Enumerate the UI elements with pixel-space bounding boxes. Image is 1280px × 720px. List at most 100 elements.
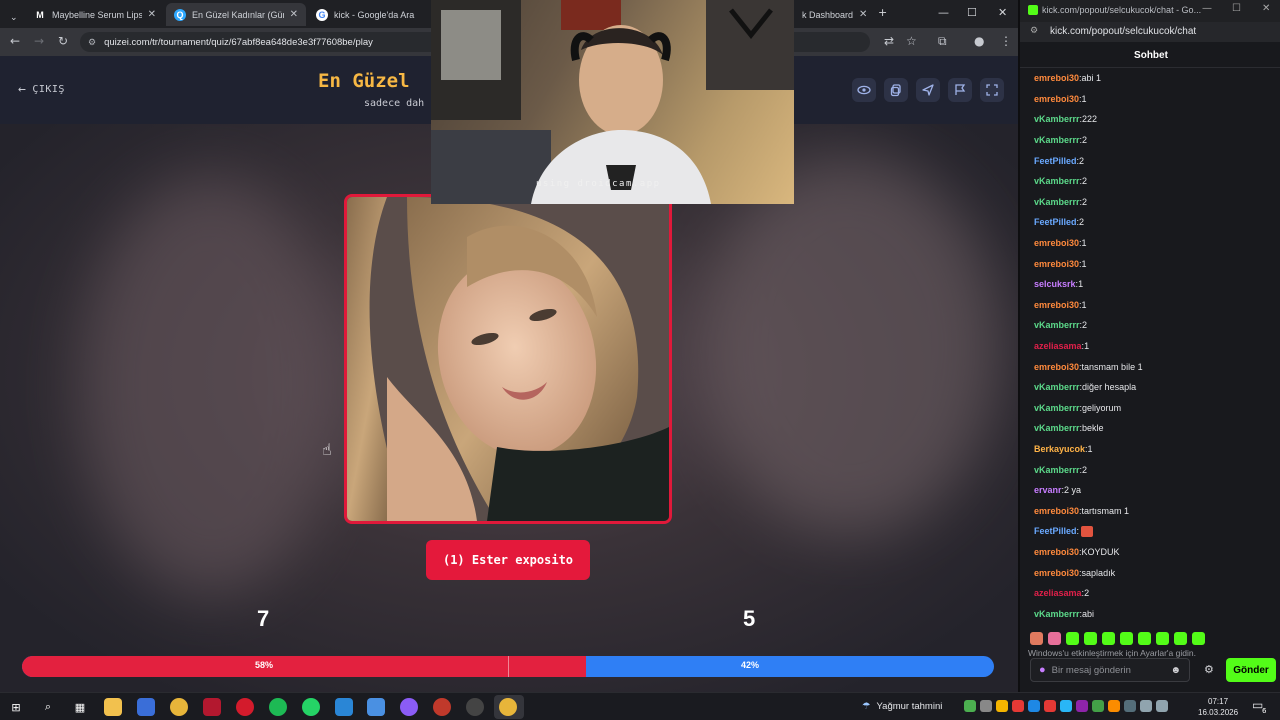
chat-username[interactable]: azeliasama [1034,588,1082,598]
tray-icon[interactable] [1124,700,1136,712]
chat-username[interactable]: selcuksrk [1034,279,1076,289]
chat-url-text[interactable]: kick.com/popout/selcukucok/chat [1050,26,1196,37]
maximize-icon[interactable]: ☐ [967,6,977,19]
chat-username[interactable]: emreboi30 [1034,259,1079,269]
chat-username[interactable]: emreboi30 [1034,238,1079,248]
profile-avatar-icon[interactable]: ● [974,34,984,48]
windows-start-icon[interactable]: ⊞ [7,698,25,716]
weather-widget[interactable]: ☂ Yağmur tahmini [862,701,942,712]
extensions-icon[interactable]: ⧉ [938,34,947,49]
volume-icon[interactable] [1156,700,1168,712]
tab-google-search[interactable]: G kick - Google'da Ara [308,3,432,26]
chat-username[interactable]: vKamberrr [1034,320,1080,330]
tray-icon[interactable] [1108,700,1120,712]
chat-username[interactable]: vKamberrr [1034,176,1080,186]
send-message-button[interactable]: Gönder [1226,658,1276,682]
translate-icon[interactable]: ⇄ [884,34,894,48]
emote-icon[interactable] [1030,632,1043,645]
tray-icon[interactable] [1076,700,1088,712]
app-icon[interactable] [367,698,385,716]
app-icon[interactable] [400,698,418,716]
emote-icon[interactable] [1138,632,1151,645]
tab-quiz[interactable]: Q En Güzel Kadınlar (Güncell ✕ [166,3,306,26]
app-icon[interactable] [433,698,451,716]
chat-username[interactable]: emreboi30 [1034,568,1079,578]
send-icon[interactable] [916,78,940,102]
tray-icon[interactable] [980,700,992,712]
emote-icon[interactable] [1120,632,1133,645]
chat-username[interactable]: vKamberrr [1034,135,1080,145]
microphone-icon[interactable]: ● [1039,664,1046,676]
chat-message-input[interactable]: ● Bir mesaj gönderin ☻ [1030,658,1190,682]
chat-settings-gear-icon[interactable]: ⚙ [1204,663,1214,676]
menu-kebab-icon[interactable]: ⋮ [1000,34,1012,48]
chat-username[interactable]: FeetPilled [1034,526,1077,536]
app-icon[interactable] [335,698,353,716]
flag-icon[interactable] [948,78,972,102]
exit-button[interactable]: ← ÇIKIŞ [18,82,65,97]
chat-username[interactable]: emreboi30 [1034,73,1079,83]
eye-icon[interactable] [852,78,876,102]
emote-icon[interactable] [1048,632,1061,645]
chat-username[interactable]: emreboi30 [1034,300,1079,310]
tray-icon[interactable] [996,700,1008,712]
tray-icon[interactable] [1092,700,1104,712]
tab-maybelline[interactable]: M Maybelline Serum Lipstick ✕ [26,3,164,26]
chat-username[interactable]: Berkayucok [1034,444,1085,454]
chat-username[interactable]: vKamberrr [1034,609,1080,619]
close-tab-icon[interactable]: ✕ [290,9,298,20]
app-icon[interactable] [236,698,254,716]
tray-icon[interactable] [1028,700,1040,712]
whatsapp-icon[interactable] [302,698,320,716]
reload-icon[interactable]: ↻ [58,34,68,48]
taskbar-clock[interactable]: 07:17 16.03.2026 [1198,696,1238,718]
chat-username[interactable]: FeetPilled [1034,217,1077,227]
emote-icon[interactable] [1066,632,1079,645]
chat-username[interactable]: emreboi30 [1034,506,1079,516]
minimize-icon[interactable]: — [938,6,949,19]
bookmark-star-icon[interactable]: ☆ [906,34,917,48]
app-icon[interactable] [203,698,221,716]
chat-username[interactable]: vKamberrr [1034,403,1080,413]
chrome-icon[interactable] [170,698,188,716]
maximize-icon[interactable]: ☐ [1232,3,1241,14]
emote-icon[interactable] [1102,632,1115,645]
new-tab-icon[interactable]: + [878,6,887,19]
site-info-icon[interactable]: ⚙ [88,37,96,48]
chat-username[interactable]: vKamberrr [1034,197,1080,207]
emoji-picker-icon[interactable]: ☻ [1170,665,1181,676]
chat-username[interactable]: azeliasama [1034,341,1082,351]
close-tab-icon[interactable]: ✕ [859,9,867,20]
chat-username[interactable]: emreboi30 [1034,362,1079,372]
tray-icon[interactable] [964,700,976,712]
tray-icon[interactable] [1060,700,1072,712]
emote-icon[interactable] [1084,632,1097,645]
close-tab-icon[interactable]: ✕ [148,9,156,20]
back-icon[interactable]: ← [10,34,20,48]
chat-username[interactable]: vKamberrr [1034,465,1080,475]
emote-icon[interactable] [1192,632,1205,645]
emote-icon[interactable] [1156,632,1169,645]
chat-username[interactable]: emreboi30 [1034,547,1079,557]
tab-kick-dashboard[interactable]: k Dashboard ✕ [794,3,870,26]
close-window-icon[interactable]: ✕ [1262,3,1270,14]
site-info-icon[interactable]: ⚙ [1030,26,1038,36]
copy-icon[interactable] [884,78,908,102]
task-view-icon[interactable]: ▦ [71,698,89,716]
wifi-icon[interactable] [1140,700,1152,712]
app-icon[interactable] [466,698,484,716]
tray-icon[interactable] [1044,700,1056,712]
chat-username[interactable]: vKamberrr [1034,423,1080,433]
chat-username[interactable]: vKamberrr [1034,114,1080,124]
file-explorer-icon[interactable] [104,698,122,716]
chat-username[interactable]: ervanr [1034,485,1062,495]
spotify-icon[interactable] [269,698,287,716]
chat-username[interactable]: emreboi30 [1034,94,1079,104]
forward-icon[interactable]: → [34,34,44,48]
tray-icon[interactable] [1012,700,1024,712]
candidate-photo-card[interactable] [344,194,672,524]
candidate-select-button[interactable]: (1) Ester exposito [426,540,590,580]
store-icon[interactable] [137,698,155,716]
fullscreen-icon[interactable] [980,78,1004,102]
chat-username[interactable]: FeetPilled [1034,156,1077,166]
